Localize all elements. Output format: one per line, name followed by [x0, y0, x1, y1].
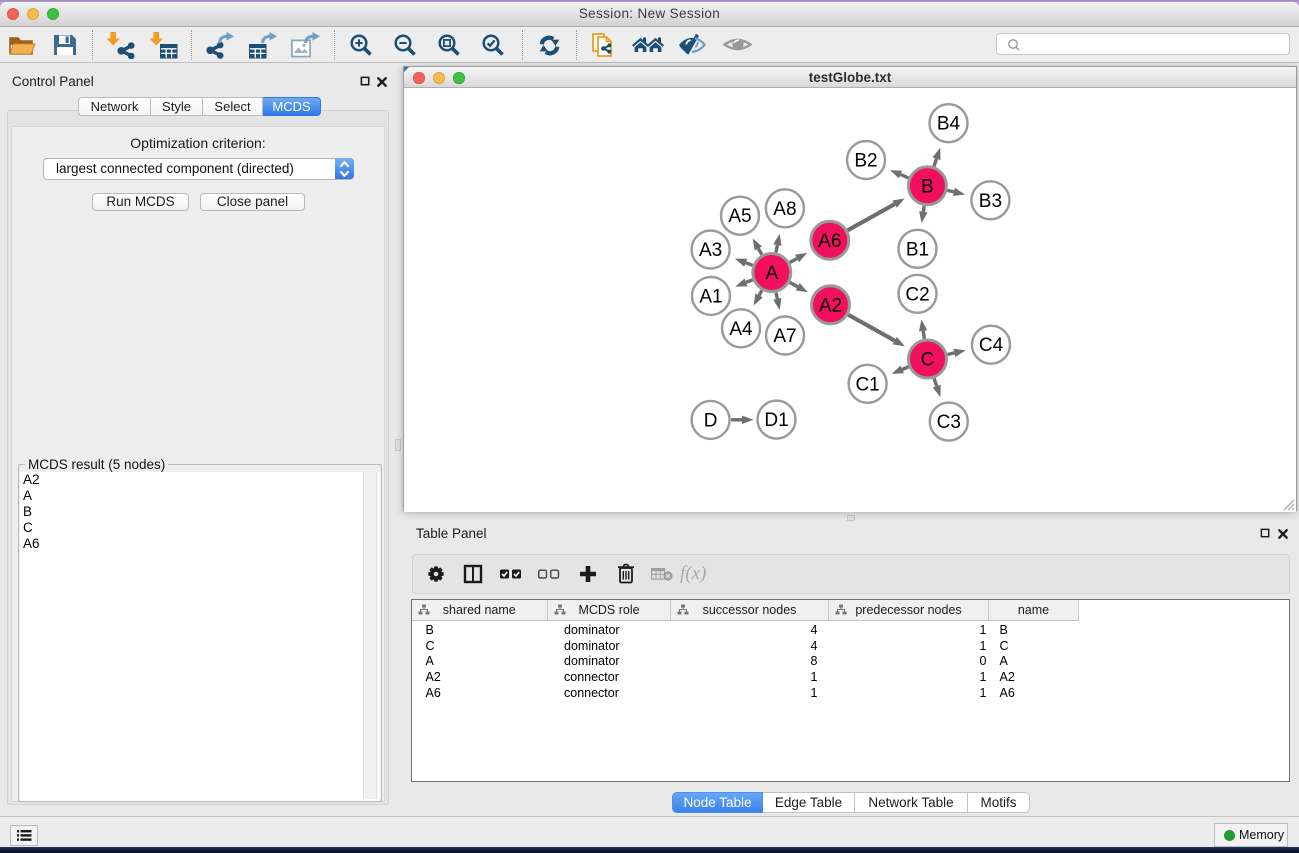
svg-text:B: B	[921, 176, 934, 197]
svg-text:B2: B2	[854, 151, 877, 172]
svg-text:C1: C1	[855, 374, 879, 395]
svg-text:A3: A3	[699, 240, 722, 261]
svg-text:C2: C2	[905, 284, 929, 305]
svg-text:C3: C3	[937, 412, 961, 433]
svg-text:A: A	[765, 263, 778, 284]
svg-text:A8: A8	[773, 199, 796, 220]
svg-text:B4: B4	[937, 114, 961, 135]
svg-text:D1: D1	[764, 410, 788, 431]
svg-text:C4: C4	[979, 335, 1004, 356]
svg-text:D: D	[704, 410, 718, 431]
svg-text:B3: B3	[979, 191, 1002, 212]
svg-text:A1: A1	[699, 286, 722, 307]
svg-text:C: C	[921, 350, 935, 371]
svg-text:A2: A2	[819, 295, 842, 316]
svg-text:B1: B1	[906, 239, 929, 260]
svg-text:A5: A5	[728, 206, 751, 227]
svg-text:A6: A6	[818, 231, 841, 252]
svg-text:A4: A4	[729, 319, 753, 340]
svg-text:A7: A7	[773, 326, 796, 347]
